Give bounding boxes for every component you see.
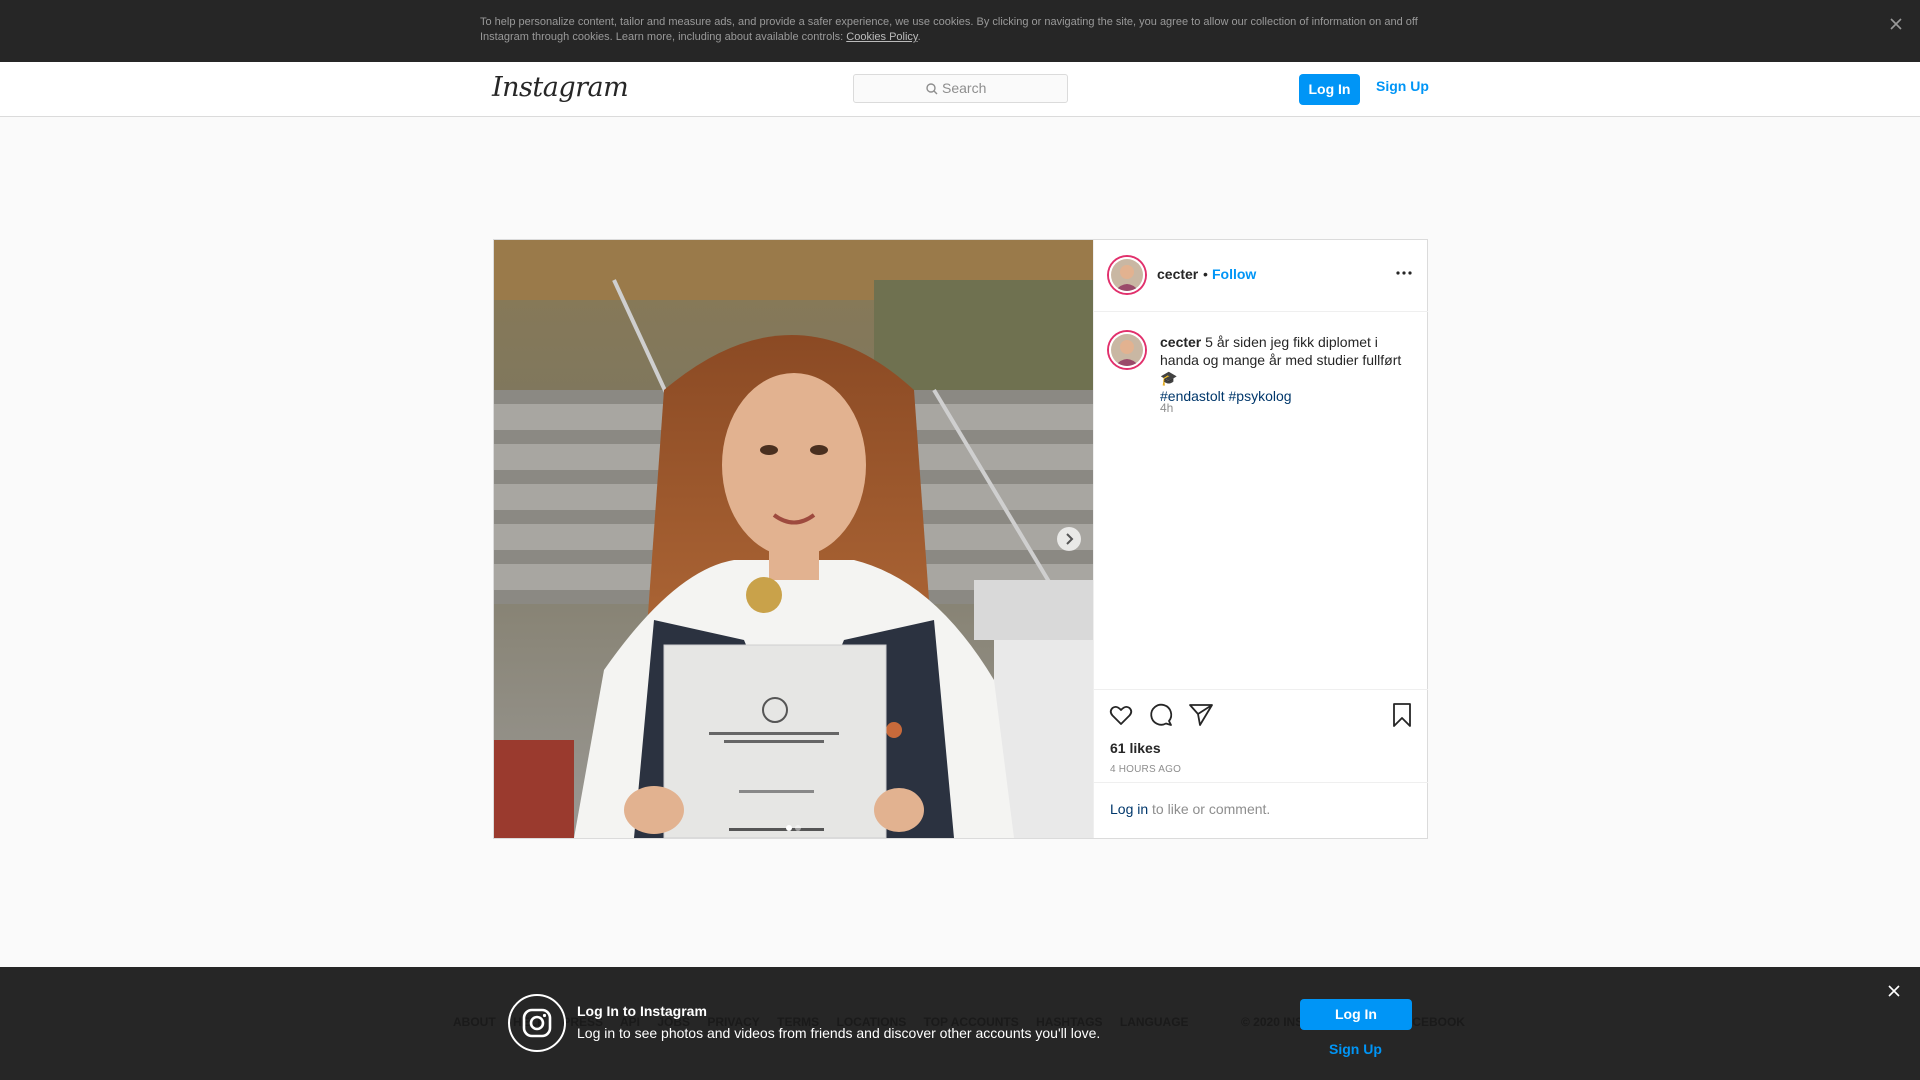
footer-link-language[interactable]: LANGUAGE (1120, 1015, 1189, 1029)
caption-avatar[interactable] (1109, 332, 1145, 368)
post-caption: cecter 5 år siden jeg fikk diplomet i ha… (1160, 333, 1420, 405)
post-actions: 61 likes 4 HOURS AGO Log in to like or c… (1094, 689, 1428, 838)
banner-signup-link[interactable]: Sign Up (1329, 1041, 1382, 1057)
top-navigation: Instagram Search Log In Sign Up (0, 62, 1920, 117)
post-username[interactable]: cecter (1157, 266, 1198, 282)
post-header: cecter • Follow (1094, 240, 1428, 312)
likes-count[interactable]: 61 likes (1110, 740, 1161, 756)
search-icon (925, 82, 939, 96)
cookie-banner-text: To help personalize content, tailor and … (480, 15, 1420, 45)
post-sidebar: cecter • Follow cecter 5 år siden jeg fi… (1093, 240, 1428, 838)
close-icon[interactable] (1888, 16, 1904, 32)
bookmark-icon[interactable] (1389, 702, 1415, 728)
cookie-banner: To help personalize content, tailor and … (0, 0, 1920, 62)
caption-username[interactable]: cecter (1160, 334, 1201, 350)
comment-prompt-text: Log in to like or comment. (1110, 801, 1270, 817)
post-card: cecter • Follow cecter 5 år siden jeg fi… (493, 239, 1428, 839)
follow-button[interactable]: Follow (1212, 266, 1256, 282)
comment-prompt: Log in to like or comment. (1094, 782, 1428, 838)
login-banner: ABOUT HELP PRESS API JOBS PRIVACY TERMS … (0, 967, 1920, 1080)
close-icon[interactable] (1887, 984, 1901, 998)
post-timestamp: 4 HOURS AGO (1110, 764, 1182, 775)
carousel-dot (795, 825, 801, 831)
cookie-text-body: To help personalize content, tailor and … (480, 16, 1418, 43)
search-input[interactable]: Search (853, 74, 1068, 103)
more-options-icon[interactable] (1394, 266, 1414, 280)
cookies-policy-link[interactable]: Cookies Policy (846, 31, 917, 43)
heart-icon[interactable] (1108, 702, 1134, 728)
hashtag-link[interactable]: #psykolog (1229, 388, 1292, 404)
share-icon[interactable] (1188, 702, 1214, 728)
avatar[interactable] (1109, 257, 1145, 293)
login-banner-title: Log In to Instagram (577, 1003, 707, 1019)
comment-login-link[interactable]: Log in (1110, 801, 1148, 817)
footer-link-about[interactable]: ABOUT (453, 1015, 496, 1029)
instagram-glyph-icon (508, 994, 566, 1052)
carousel-dot-active (786, 825, 792, 831)
comment-prompt-rest: to like or comment. (1148, 801, 1271, 817)
search-placeholder: Search (942, 80, 987, 96)
separator-dot: • (1203, 266, 1208, 282)
signup-link[interactable]: Sign Up (1376, 78, 1429, 94)
instagram-logo[interactable]: Instagram (492, 72, 629, 103)
cookie-text-suffix: . (917, 31, 921, 43)
carousel-indicator (786, 818, 804, 836)
banner-login-button[interactable]: Log In (1300, 999, 1412, 1030)
comment-icon[interactable] (1148, 702, 1174, 728)
login-banner-subtitle: Log in to see photos and videos from fri… (577, 1025, 1101, 1041)
login-button[interactable]: Log In (1299, 74, 1360, 105)
carousel-next-button[interactable] (1057, 527, 1081, 551)
post-photo[interactable] (494, 240, 1093, 838)
caption-time: 4h (1160, 401, 1174, 415)
